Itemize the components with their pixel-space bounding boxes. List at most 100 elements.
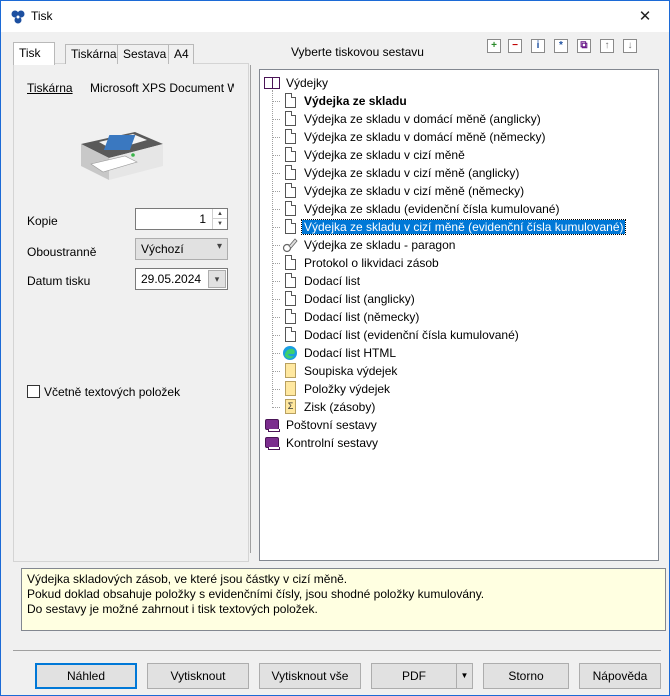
print-all-button[interactable]: Vytisknout vše xyxy=(259,663,361,689)
tree-connector-tick xyxy=(272,335,280,336)
info-icon[interactable]: i xyxy=(531,39,545,53)
document-icon xyxy=(282,327,298,343)
tab-a4[interactable]: A4 xyxy=(168,44,194,64)
pdf-button[interactable]: PDF ▼ xyxy=(371,663,473,689)
receipt-icon xyxy=(282,237,298,253)
report-heading: Vyberte tiskovou sestavu xyxy=(291,45,424,59)
tree-node-label: Dodací list HTML xyxy=(304,346,397,360)
report-tree[interactable]: Výdejky Výdejka ze skladu Výdejka ze sklad… xyxy=(259,69,659,561)
tree-node-label: Protokol o likvidaci zásob xyxy=(304,256,439,270)
duplex-value: Výchozí xyxy=(141,242,184,256)
tree-node-label: Výdejka ze skladu v cizí měně (anglicky) xyxy=(304,166,520,180)
tree-connector-tick xyxy=(272,209,280,210)
tree-node-label: Dodací list (evidenční čísla kumulované) xyxy=(304,328,519,342)
move-up-icon[interactable]: ↑ xyxy=(600,39,614,53)
copies-stepper[interactable]: 1 ▲ ▼ xyxy=(135,208,228,230)
document-icon xyxy=(282,111,298,127)
tree-node-label: Dodací list (německy) xyxy=(304,310,420,324)
tree-node-label: Položky výdejek xyxy=(304,382,391,396)
tree-node-label: Výdejka ze skladu v domácí měně (anglick… xyxy=(304,112,541,126)
remove-icon[interactable]: − xyxy=(508,39,522,53)
copy-icon[interactable]: ⧉ xyxy=(577,39,591,53)
document-icon xyxy=(282,255,298,271)
tree-connector-tick xyxy=(272,371,280,372)
tree-node-label: Výdejka ze skladu v cizí měně (německy) xyxy=(304,184,525,198)
tree-connector-tick xyxy=(272,407,280,408)
tree-node-label: Výdejka ze skladu v cizí měně xyxy=(304,148,465,162)
document-icon xyxy=(282,219,298,235)
move-down-icon[interactable]: ↓ xyxy=(623,39,637,53)
document-icon xyxy=(282,309,298,325)
tree-connector-tick xyxy=(272,389,280,390)
document-icon xyxy=(282,291,298,307)
tree-connector-tick xyxy=(272,155,280,156)
tree-connector-tick xyxy=(272,353,280,354)
duplex-select[interactable]: Výchozí ▾ xyxy=(135,238,228,260)
duplex-label: Oboustranně xyxy=(27,245,97,259)
date-label: Datum tisku xyxy=(27,274,91,288)
print-all-button-label: Vytisknout vše xyxy=(271,669,349,683)
yellow-document-icon xyxy=(282,363,298,379)
tree-connector-tick xyxy=(272,299,280,300)
close-icon[interactable]: ✕ xyxy=(627,4,663,30)
tree-connector-tick xyxy=(272,227,280,228)
copies-spin-buttons: ▲ ▼ xyxy=(212,209,227,229)
description-line: Výdejka skladových zásob, ve které jsou … xyxy=(27,572,348,586)
tree-node-label: Výdejka ze skladu v cizí měně (evidenční… xyxy=(300,219,627,235)
tab-sestava[interactable]: Sestava xyxy=(117,44,169,64)
spin-down-icon[interactable]: ▼ xyxy=(213,219,227,229)
document-icon xyxy=(282,147,298,163)
tab-tiskarna[interactable]: Tiskárna xyxy=(65,44,118,64)
tree-connector-tick xyxy=(272,263,280,264)
tree-connector-tick xyxy=(272,317,280,318)
printer-link[interactable]: Tiskárna xyxy=(27,81,73,95)
print-button[interactable]: Vytisknout xyxy=(147,663,249,689)
document-icon xyxy=(282,273,298,289)
tree-node-label: Výdejka ze skladu (evidenční čísla kumul… xyxy=(304,202,560,216)
title-bar: Tisk ✕ xyxy=(1,1,669,32)
help-button-label: Nápověda xyxy=(592,669,648,683)
tree-node-label: Výdejka ze skladu v domácí měně (německy… xyxy=(304,130,546,144)
include-text-items-checkbox[interactable] xyxy=(27,385,40,398)
tree-connector-tick xyxy=(272,173,280,174)
tree-connector-tick xyxy=(272,137,280,138)
book-icon xyxy=(264,435,280,451)
cancel-button[interactable]: Storno xyxy=(483,663,569,689)
tree-node-label: Dodací list xyxy=(304,274,361,288)
tree-connector-tick xyxy=(272,245,280,246)
preview-button-label: Náhled xyxy=(66,669,106,683)
preview-button[interactable]: Náhled xyxy=(35,663,137,689)
document-icon xyxy=(282,201,298,217)
tree-connector-tick xyxy=(272,191,280,192)
panel-separator xyxy=(250,65,251,553)
tree-node-label: Kontrolní sestavy xyxy=(286,436,379,450)
help-button[interactable]: Nápověda xyxy=(579,663,661,689)
calendar-dropdown-icon[interactable]: ▾ xyxy=(208,270,226,288)
copies-label: Kopie xyxy=(27,214,58,228)
report-description: Výdejka skladových zásob, ve které jsou … xyxy=(21,568,666,631)
yellow-document-icon xyxy=(282,381,298,397)
tree-connector-tick xyxy=(272,119,280,120)
spin-up-icon[interactable]: ▲ xyxy=(213,209,227,219)
pdf-dropdown-icon[interactable]: ▼ xyxy=(456,664,472,688)
app-icon xyxy=(11,10,25,24)
document-icon xyxy=(282,129,298,145)
date-value[interactable]: 29.05.2024 xyxy=(141,272,201,286)
edge-browser-icon xyxy=(282,345,298,361)
tree-node-label: Soupiska výdejek xyxy=(304,364,398,378)
add-icon[interactable]: + xyxy=(487,39,501,53)
pdf-button-label: PDF xyxy=(402,669,426,683)
tree-node-label: Výdejky xyxy=(286,76,329,90)
print-date-picker[interactable]: 29.05.2024 ▾ xyxy=(135,268,228,290)
description-line: Do sestavy je možné zahrnout i tisk text… xyxy=(27,602,318,616)
document-icon xyxy=(282,93,298,109)
description-line: Pokud doklad obsahuje položky s evidenčn… xyxy=(27,587,485,601)
sum-document-icon: Σ xyxy=(282,399,298,415)
tree-node-label: Výdejka ze skladu xyxy=(304,94,407,108)
include-text-items-label[interactable]: Včetně textových položek xyxy=(44,385,180,399)
chevron-down-icon: ▾ xyxy=(216,241,222,252)
tab-tisk[interactable]: Tisk xyxy=(13,42,55,65)
copies-value[interactable]: 1 xyxy=(199,212,206,226)
edit-icon[interactable]: * xyxy=(554,39,568,53)
printer-icon xyxy=(81,132,163,180)
